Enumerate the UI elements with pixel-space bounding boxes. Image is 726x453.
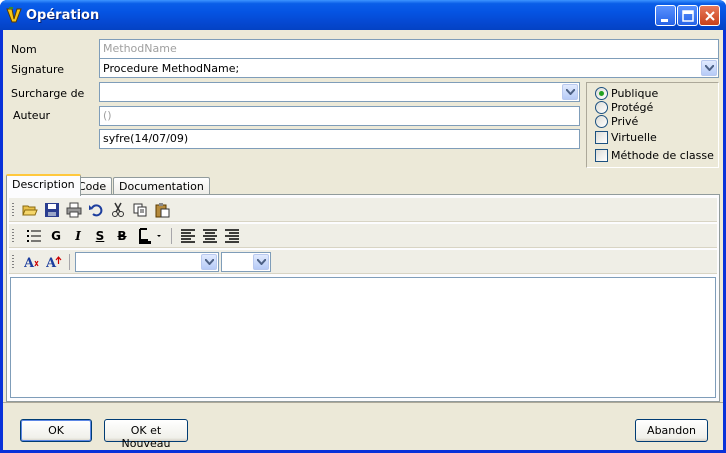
close-button[interactable] [699,5,720,26]
radio-selected-dot [599,91,604,96]
checkbox-label: Virtuelle [611,131,657,144]
signature-dropdown-button[interactable] [701,60,717,76]
toolbar-font: A A [9,250,717,274]
print-button[interactable] [65,201,83,219]
close-icon [705,11,715,21]
signature-combo[interactable]: Procedure MethodName; [99,58,719,78]
copy-icon [133,203,147,217]
bullet-list-icon [27,230,41,242]
font-grow-button[interactable]: A [45,253,63,271]
radio-button[interactable] [595,101,608,114]
font-name-combo[interactable] [75,252,219,272]
svg-text:A: A [46,256,57,270]
paste-icon [155,203,170,218]
checkbox-label: Méthode de classe [611,149,714,162]
chevron-down-icon [566,89,575,95]
undo-icon [89,204,103,217]
footer-divider [3,402,723,403]
radio-label: Publique [611,87,659,100]
minimize-icon [661,19,668,22]
surcharge-label: Surcharge de [11,87,85,100]
italic-button[interactable]: I [69,227,87,245]
chevron-down-icon [205,259,214,265]
checkbox[interactable] [595,149,608,162]
maximize-icon [682,10,694,22]
surcharge-combo[interactable] [99,82,580,102]
open-icon [22,205,38,216]
cut-button[interactable] [109,201,127,219]
toolbar-format: G I S B [9,224,717,248]
radio-prive[interactable]: Privé [595,115,705,129]
title-bar[interactable]: Opération [0,0,726,30]
surcharge-dropdown-button[interactable] [562,84,578,100]
toolbar-separator [171,228,172,244]
app-logo-icon [5,6,23,24]
minimize-button[interactable] [655,5,676,26]
font-size-combo[interactable] [221,252,271,272]
window-title: Opération [26,8,100,23]
nom-label: Nom [11,43,37,56]
font-shrink-button[interactable]: A [23,253,41,271]
radio-publique[interactable]: Publique [595,87,705,101]
print-icon [66,202,82,218]
visibility-panel: Publique Protégé Privé Virtuelle Méthode… [586,82,719,168]
description-tab-panel: G I S B A A [6,194,720,402]
maximize-button[interactable] [677,5,698,26]
toolbar-separator [69,254,70,270]
toolbar-grip[interactable] [12,255,14,270]
radio-label: Protégé [611,101,654,114]
align-center-button[interactable] [201,227,219,245]
radio-label: Privé [611,115,639,128]
bullet-list-button[interactable] [25,227,43,245]
open-button[interactable] [21,201,39,219]
font-color-icon [139,228,161,244]
strikethrough-button[interactable]: B [113,227,131,245]
dialog-client-area: Nom MethodName Signature Procedure Metho… [3,30,723,450]
nom-field[interactable]: MethodName [99,39,719,59]
align-center-icon [203,229,217,243]
tab-description[interactable]: Description [6,174,81,196]
checkbox-virtuelle[interactable]: Virtuelle [595,131,705,145]
signature-value: Procedure MethodName; [103,62,240,75]
bold-button[interactable]: G [47,227,65,245]
cancel-button[interactable]: Abandon [635,419,708,442]
chevron-down-icon [257,259,266,265]
radio-protege[interactable]: Protégé [595,101,705,115]
align-left-icon [181,229,195,243]
signature-label: Signature [11,63,65,76]
description-editor[interactable] [10,277,716,398]
dialog-window: Opération Nom MethodName Signature Proce… [0,0,726,453]
align-right-button[interactable] [223,227,241,245]
align-right-icon [225,229,239,243]
svg-text:A: A [24,256,35,270]
checkbox-methode-de-classe[interactable]: Méthode de classe [595,149,715,163]
paste-button[interactable] [153,201,171,219]
font-grow-icon: A [46,256,62,270]
underline-button[interactable]: S [91,227,109,245]
tab-strip: Description Code Documentation [6,174,720,196]
font-shrink-icon: A [24,256,39,270]
auteur-label: Auteur [13,109,51,122]
toolbar-grip[interactable] [12,203,14,218]
ok-button[interactable]: OK [20,419,92,442]
author-date-field[interactable]: syfre(14/07/09) [99,129,580,149]
font-color-button[interactable] [137,227,163,245]
align-left-button[interactable] [179,227,197,245]
undo-button[interactable] [87,201,105,219]
chevron-down-icon [705,65,714,71]
cut-icon [112,202,124,217]
save-icon [45,203,59,217]
checkbox[interactable] [595,131,608,144]
toolbar-grip[interactable] [12,229,14,244]
radio-button[interactable] [595,115,608,128]
font-size-dropdown-button[interactable] [253,254,269,270]
copy-button[interactable] [131,201,149,219]
radio-button[interactable] [595,87,608,100]
toolbar-file [9,198,717,222]
font-name-dropdown-button[interactable] [201,254,217,270]
save-button[interactable] [43,201,61,219]
ok-new-button[interactable]: OK et Nouveau [104,419,188,450]
auteur-field[interactable]: () [99,106,580,126]
